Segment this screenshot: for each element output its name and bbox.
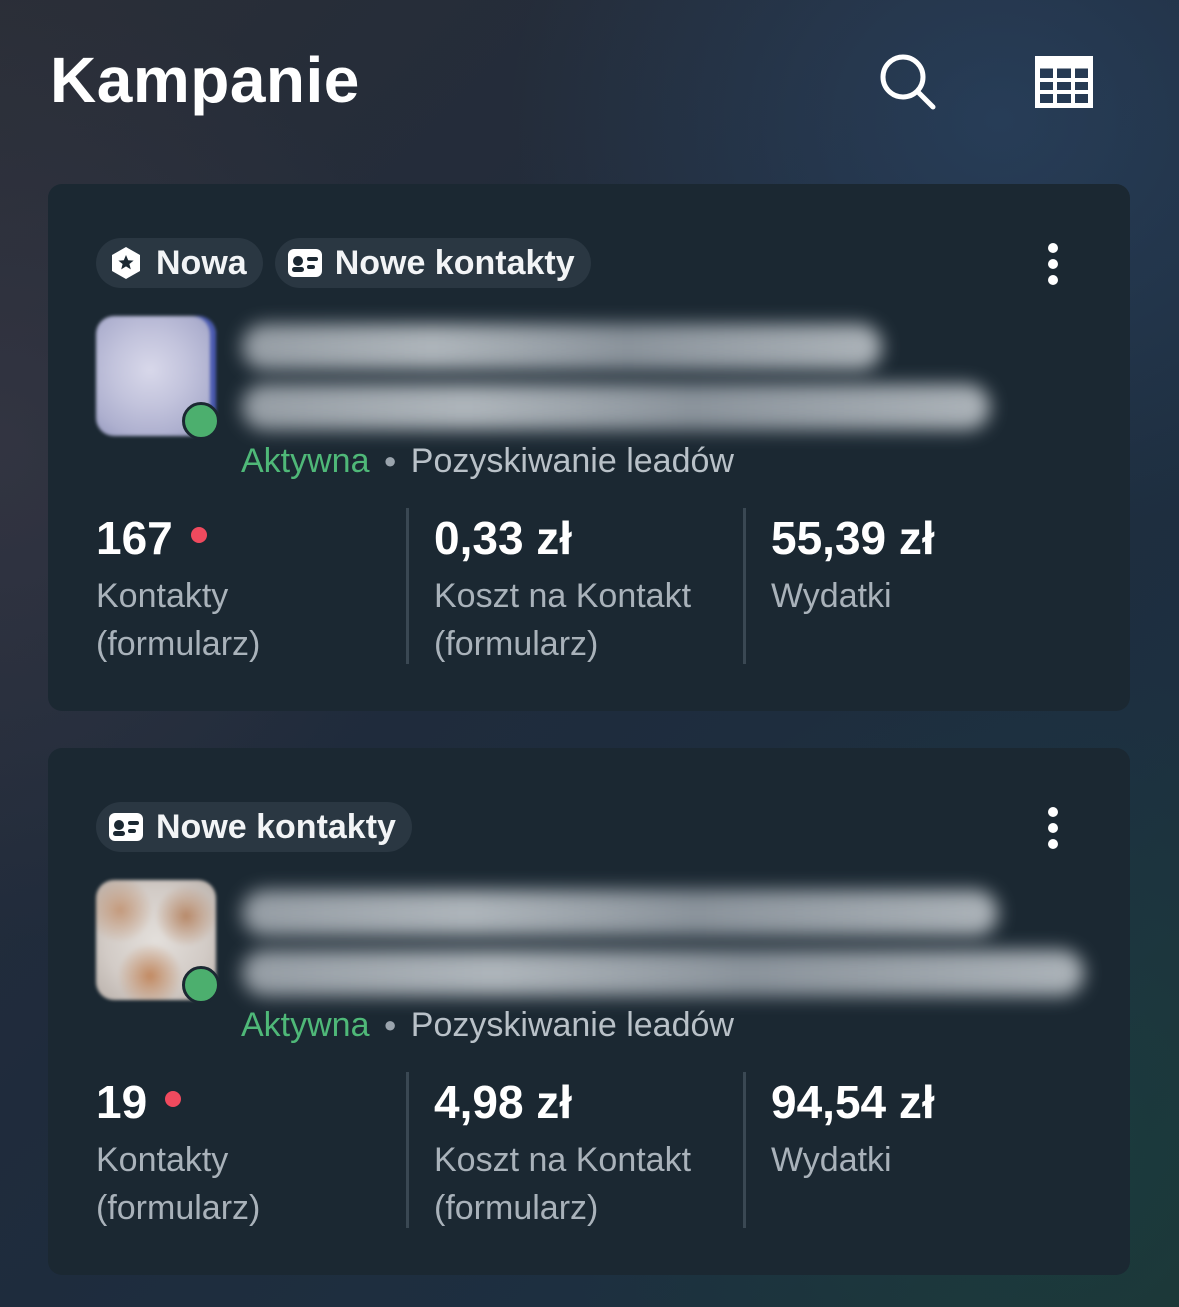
campaign-name-redacted [242, 324, 882, 370]
metric-cost-per-contact: 0,33 zł Koszt na Kontakt (formularz) [434, 508, 754, 668]
active-status-dot [182, 402, 220, 440]
campaign-status: Aktywna [241, 442, 370, 480]
tag-new-contacts: Nowe kontakty [274, 238, 591, 288]
campaign-tags: Nowa Nowe kontakty [96, 238, 591, 288]
tag-new-contacts: Nowe kontakty [96, 802, 412, 852]
tag-new: Nowa [96, 238, 263, 288]
metric-value: 55,39 zł [771, 512, 935, 564]
metric-label-line: (formularz) [434, 625, 599, 663]
metric-cost-per-contact: 4,98 zł Koszt na Kontakt (formularz) [434, 1072, 754, 1232]
metric-value: 167 [96, 512, 173, 564]
alert-dot [165, 1091, 182, 1107]
metric-label-line: Koszt na Kontakt [434, 1141, 692, 1179]
metric-divider [406, 508, 409, 664]
metric-divider [406, 1072, 409, 1228]
metric-divider [743, 508, 746, 664]
alert-dot [190, 527, 207, 543]
metric-label: Kontakty (formularz) [96, 572, 416, 668]
metric-label-line: Wydatki [771, 1141, 892, 1179]
metric-label: Koszt na Kontakt (formularz) [434, 1136, 754, 1232]
metric-label: Kontakty (formularz) [96, 1136, 416, 1232]
campaign-card[interactable]: Nowe kontakty Aktywna ● Pozyskiwanie leadó… [48, 748, 1130, 1275]
campaign-objective: Pozyskiwanie leadów [410, 1006, 734, 1044]
metric-value: 4,98 zł [434, 1076, 573, 1128]
campaign-objective: Pozyskiwanie leadów [410, 442, 734, 480]
page-title: Kampanie [50, 44, 360, 116]
campaign-name-redacted [242, 384, 990, 430]
metric-value: 19 [96, 1076, 148, 1128]
metric-label-line: Koszt na Kontakt [434, 577, 692, 615]
table-icon [1035, 56, 1093, 108]
campaign-metrics: 19 Kontakty (formularz) 4,98 zł Koszt na… [48, 1072, 1130, 1228]
metric-label: Wydatki [771, 1136, 1091, 1184]
campaign-metrics: 167 Kontakty (formularz) 0,33 zł Koszt n… [48, 508, 1130, 664]
more-options-button[interactable] [1028, 800, 1078, 856]
metric-label-line: Kontakty [96, 577, 229, 615]
metric-contacts: 19 Kontakty (formularz) [96, 1072, 416, 1232]
search-icon [880, 54, 936, 110]
campaign-name-redacted [242, 950, 1084, 996]
campaign-name-redacted [242, 890, 998, 936]
more-vertical-icon [1048, 243, 1058, 285]
tag-label: Nowe kontakty [334, 244, 575, 282]
meta-separator: ● [383, 448, 397, 473]
campaign-status: Aktywna [241, 1006, 370, 1044]
metric-label-line: (formularz) [434, 1189, 599, 1227]
active-status-dot [182, 966, 220, 1004]
top-bar: Kampanie [0, 0, 1179, 170]
metric-contacts: 167 Kontakty (formularz) [96, 508, 416, 668]
campaign-card[interactable]: Nowa Nowe kontakty Aktywna ● Pozyskiwani… [48, 184, 1130, 711]
campaign-meta: Aktywna ● Pozyskiwanie leadów [241, 1002, 734, 1048]
metric-divider [743, 1072, 746, 1228]
metric-label-line: Kontakty [96, 1141, 229, 1179]
table-view-button[interactable] [1028, 46, 1100, 118]
metric-label-line: Wydatki [771, 577, 892, 615]
metric-label: Koszt na Kontakt (formularz) [434, 572, 754, 668]
meta-separator: ● [383, 1012, 397, 1037]
metric-value: 94,54 zł [771, 1076, 935, 1128]
metric-value: 0,33 zł [434, 512, 573, 564]
metric-label-line: (formularz) [96, 1189, 261, 1227]
more-vertical-icon [1048, 807, 1058, 849]
contact-card-icon [287, 245, 323, 281]
contact-card-icon [108, 809, 144, 845]
metric-label-line: (formularz) [96, 625, 261, 663]
search-button[interactable] [872, 46, 944, 118]
metric-spend: 94,54 zł Wydatki [771, 1072, 1091, 1184]
more-options-button[interactable] [1028, 236, 1078, 292]
badge-new-icon [108, 245, 144, 281]
campaign-tags: Nowe kontakty [96, 802, 412, 852]
metric-spend: 55,39 zł Wydatki [771, 508, 1091, 620]
tag-label: Nowa [156, 244, 247, 282]
metric-label: Wydatki [771, 572, 1091, 620]
tag-label: Nowe kontakty [156, 808, 396, 846]
campaign-meta: Aktywna ● Pozyskiwanie leadów [241, 438, 734, 484]
